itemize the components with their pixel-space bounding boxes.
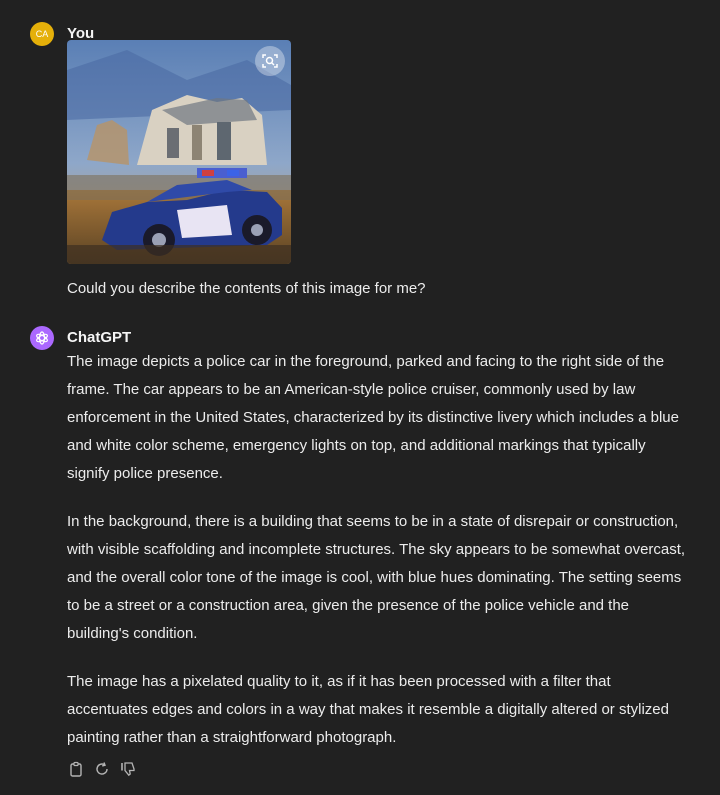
attached-image[interactable] [67,40,291,264]
response-paragraph: The image depicts a police car in the fo… [67,353,679,482]
message-actions [67,760,137,778]
regenerate-icon[interactable] [93,760,111,778]
assistant-message: ChatGPT The image depicts a police car i… [30,326,700,756]
user-prompt-text: Could you describe the contents of this … [67,280,426,297]
response-paragraph: In the background, there is a building t… [67,513,686,642]
user-initials: CA [35,29,49,39]
response-paragraph: The image has a pixelated quality to it,… [67,673,669,746]
assistant-name: ChatGPT [67,329,132,346]
image-search-icon[interactable] [255,46,285,76]
chatgpt-avatar [30,326,54,350]
user-message: CA You Could you describe the contents o… [30,22,700,302]
attached-image-artwork [67,40,291,264]
copy-icon[interactable] [67,760,85,778]
user-avatar: CA [30,22,54,46]
assistant-response: The image depicts a police car in the fo… [67,348,687,772]
thumbs-down-icon[interactable] [119,760,137,778]
openai-logo-icon [36,331,48,345]
